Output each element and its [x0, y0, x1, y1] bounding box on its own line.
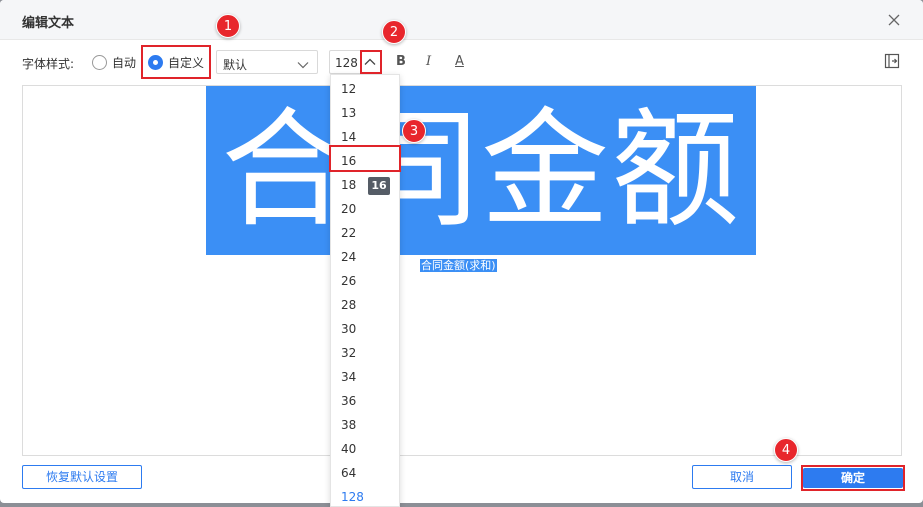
font-family-select[interactable]: 默认 — [216, 50, 318, 74]
font-size-dropdown[interactable]: 12 13 14 16 18 20 22 24 26 28 30 32 34 3… — [330, 74, 400, 507]
hover-tooltip: 16 — [368, 177, 390, 195]
chevron-down-icon — [297, 58, 309, 72]
selected-sub-text[interactable]: 合同金额(求和) — [420, 259, 497, 272]
font-size-option[interactable]: 32 — [331, 341, 399, 365]
font-size-option[interactable]: 24 — [331, 245, 399, 269]
font-family-value: 默认 — [223, 58, 248, 72]
bold-icon[interactable]: B — [396, 54, 406, 69]
annotation-badge-3: 3 — [402, 119, 426, 143]
text-editor-area[interactable]: 合同金额 合同金额(求和) — [22, 85, 902, 456]
highlight-option-16 — [329, 145, 401, 172]
font-size-option[interactable]: 34 — [331, 365, 399, 389]
radio-auto-label: 自动 — [112, 55, 137, 70]
font-size-option[interactable]: 20 — [331, 197, 399, 221]
font-size-option[interactable]: 26 — [331, 269, 399, 293]
annotation-badge-1: 1 — [216, 14, 240, 38]
font-size-option[interactable]: 64 — [331, 461, 399, 485]
highlight-size-up-arrow — [360, 50, 382, 74]
font-size-option-selected[interactable]: 128 — [331, 485, 399, 507]
edit-text-dialog: 编辑文本 字体样式: 自动 自定义 默认 128 B I A 合同金额 合同金额… — [0, 0, 923, 503]
highlight-ok-button — [801, 465, 905, 491]
close-icon[interactable] — [884, 10, 904, 30]
radio-auto[interactable]: 自动 — [92, 53, 136, 71]
dialog-title-bar: 编辑文本 — [0, 0, 923, 40]
expand-panel-icon[interactable] — [884, 53, 900, 69]
selected-main-text[interactable]: 合同金额 — [206, 86, 756, 255]
dialog-title: 编辑文本 — [22, 16, 75, 31]
annotation-badge-2: 2 — [382, 20, 406, 44]
font-style-label: 字体样式: — [22, 57, 75, 71]
cancel-button[interactable]: 取消 — [692, 465, 792, 489]
font-size-option[interactable]: 38 — [331, 413, 399, 437]
font-size-option[interactable]: 40 — [331, 437, 399, 461]
font-size-option[interactable]: 30 — [331, 317, 399, 341]
text-color-icon[interactable]: A — [455, 54, 464, 69]
annotation-badge-4: 4 — [774, 438, 798, 462]
font-size-option[interactable]: 12 — [331, 77, 399, 101]
font-size-value: 128 — [335, 56, 358, 70]
font-size-option[interactable]: 36 — [331, 389, 399, 413]
font-size-option[interactable]: 28 — [331, 293, 399, 317]
highlight-custom-radio — [141, 45, 211, 79]
reset-default-button[interactable]: 恢复默认设置 — [22, 465, 142, 489]
font-size-option[interactable]: 22 — [331, 221, 399, 245]
font-size-option[interactable]: 13 — [331, 101, 399, 125]
radio-auto-indicator[interactable] — [92, 54, 107, 70]
italic-icon[interactable]: I — [426, 54, 431, 69]
